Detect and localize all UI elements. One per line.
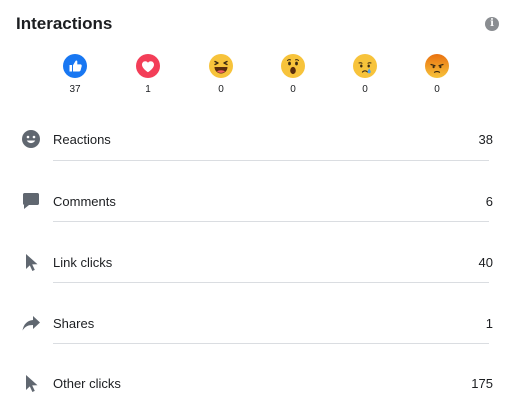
metric-row-reactions: Reactions 38 (0, 124, 505, 164)
reaction-count: 0 (362, 84, 368, 95)
smiley-icon (22, 130, 40, 148)
metric-row-comments: Comments 6 (0, 186, 505, 226)
metric-label: Reactions (53, 132, 111, 147)
metric-row-shares: Shares 1 (0, 308, 505, 348)
reaction-count: 0 (290, 84, 296, 95)
metric-label: Other clicks (53, 376, 121, 391)
reaction-count: 1 (145, 84, 151, 95)
reaction-like: 37 (55, 54, 95, 95)
share-arrow-icon (22, 316, 40, 331)
info-icon[interactable]: i (485, 17, 499, 31)
metric-value: 1 (485, 316, 493, 331)
reaction-haha: 0 (201, 54, 241, 95)
metric-row-link-clicks: Link clicks 40 (0, 247, 505, 287)
angry-face-icon (425, 54, 449, 78)
panel-title: Interactions (16, 14, 113, 33)
metric-value: 175 (471, 376, 493, 391)
cursor-arrow-icon (26, 375, 38, 392)
reaction-wow: 0 (273, 54, 313, 95)
divider (53, 282, 489, 283)
cursor-arrow-icon (26, 254, 38, 271)
reaction-love: 1 (128, 54, 168, 95)
reaction-count: 0 (434, 84, 440, 95)
reaction-count: 0 (218, 84, 224, 95)
metric-label: Shares (53, 316, 95, 331)
sad-face-icon (353, 54, 377, 78)
laughing-face-icon (209, 54, 233, 78)
surprised-face-icon (281, 54, 305, 78)
metric-label: Link clicks (53, 255, 113, 270)
metric-value: 6 (485, 194, 493, 209)
comment-bubble-icon (23, 193, 39, 209)
metric-value: 38 (478, 132, 493, 147)
metric-value: 40 (478, 255, 493, 270)
reaction-sad: 0 (345, 54, 385, 95)
divider (53, 343, 489, 344)
divider (53, 160, 489, 161)
interactions-panel: Interactions i 37 1 0 0 0 0 Reactions 38… (0, 0, 505, 394)
reaction-count: 37 (69, 84, 81, 95)
divider (53, 221, 489, 222)
metric-label: Comments (53, 194, 116, 209)
like-icon (63, 54, 87, 78)
heart-icon (136, 54, 160, 78)
metric-row-other-clicks: Other clicks 175 (0, 368, 505, 394)
reaction-angry: 0 (417, 54, 457, 95)
